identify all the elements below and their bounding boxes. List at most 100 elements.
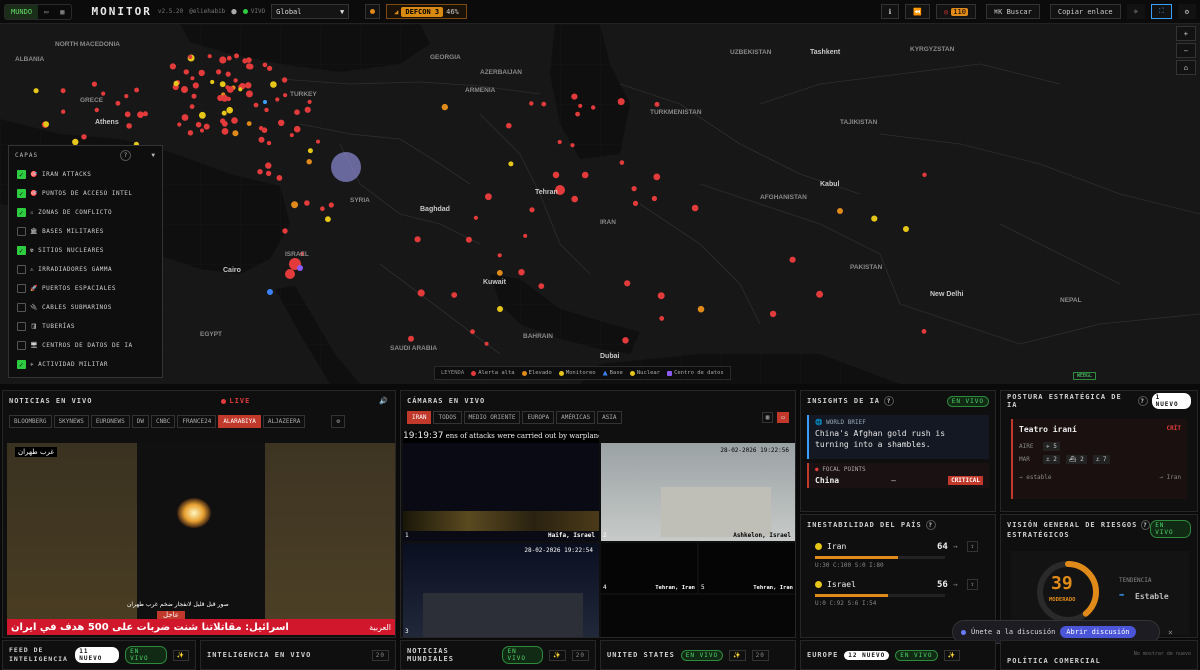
event-marker[interactable] (195, 121, 202, 128)
event-marker[interactable] (94, 107, 100, 113)
event-marker[interactable] (245, 90, 253, 98)
ai-summary-icon[interactable]: ✨ (943, 649, 960, 661)
event-marker[interactable] (233, 78, 238, 83)
camera-feed-3[interactable]: 28-02-2026 19:22:54 3 (403, 543, 599, 637)
event-marker[interactable] (570, 143, 575, 148)
event-marker[interactable] (571, 195, 578, 203)
layer-checkbox[interactable] (17, 341, 26, 350)
event-marker[interactable] (232, 130, 239, 137)
event-marker[interactable] (169, 63, 176, 70)
camera-feed-1[interactable]: 19:19:37 ens of attacks were carried out… (403, 431, 599, 541)
event-marker[interactable] (307, 99, 312, 104)
event-marker[interactable] (226, 106, 233, 114)
channel-tab[interactable]: ALJAZEERA (262, 415, 306, 428)
camera-region-tab[interactable]: ASIA (597, 411, 622, 424)
ai-summary-icon[interactable]: ✨ (549, 649, 566, 661)
collapse-icon[interactable]: ▼ (151, 152, 156, 159)
event-marker[interactable] (266, 140, 272, 146)
event-marker[interactable] (691, 204, 699, 212)
event-marker[interactable] (304, 200, 310, 206)
single-view-icon[interactable]: ▭ (777, 412, 789, 423)
event-marker[interactable] (134, 87, 140, 93)
event-marker[interactable] (293, 125, 301, 133)
event-marker[interactable] (221, 110, 227, 116)
mode-finance[interactable]: ▦ (54, 5, 70, 19)
event-marker[interactable] (199, 111, 206, 119)
event-marker[interactable] (187, 130, 194, 136)
event-marker[interactable] (276, 175, 283, 181)
event-marker[interactable] (142, 111, 148, 117)
camera-feed-5[interactable]: 5 Tehran, Iran (699, 543, 795, 593)
event-marker[interactable] (465, 236, 472, 243)
camera-region-tab[interactable]: AMÉRICAS (556, 411, 596, 424)
event-marker[interactable] (192, 82, 199, 89)
event-marker[interactable] (657, 292, 665, 300)
camera-region-tab[interactable]: EUROPA (522, 411, 555, 424)
event-marker[interactable] (177, 122, 182, 127)
event-marker[interactable] (282, 228, 288, 234)
event-marker[interactable] (617, 98, 625, 106)
event-marker[interactable] (234, 53, 239, 59)
event-marker[interactable] (414, 236, 421, 243)
event-marker[interactable] (191, 93, 197, 99)
event-marker[interactable] (624, 280, 631, 287)
event-marker[interactable] (283, 93, 288, 98)
event-marker[interactable] (651, 195, 658, 202)
event-marker[interactable] (632, 200, 639, 206)
event-marker[interactable] (316, 139, 320, 144)
layer-toggle[interactable]: ✓ 🎯 IRAN ATTACKS (9, 165, 162, 184)
channel-tab[interactable]: DW (131, 415, 149, 428)
channel-tab[interactable]: BLOOMBERG (9, 415, 52, 428)
event-marker[interactable] (265, 170, 272, 177)
layer-toggle[interactable]: 🏛 BASES MILITARES (9, 222, 162, 241)
event-marker[interactable] (210, 79, 215, 85)
layer-checkbox[interactable] (17, 227, 26, 236)
defcon-indicator[interactable]: ◢ DEFCON 3 46% (386, 4, 467, 19)
event-marker[interactable] (518, 269, 525, 276)
event-marker[interactable] (81, 134, 87, 140)
event-marker[interactable] (697, 305, 705, 313)
event-marker[interactable] (328, 202, 334, 208)
event-marker[interactable] (219, 56, 227, 64)
event-marker[interactable] (265, 162, 272, 169)
layer-toggle[interactable]: 🛢 TUBERÍAS (9, 317, 162, 336)
event-marker[interactable] (137, 111, 144, 118)
fullscreen-icon[interactable]: ⛶ (1150, 4, 1172, 19)
event-marker[interactable] (216, 69, 222, 75)
camera-feed-6[interactable] (601, 595, 795, 637)
info-button[interactable]: ℹ (880, 4, 900, 19)
event-marker[interactable] (262, 62, 268, 68)
help-icon[interactable]: ? (884, 396, 895, 406)
event-marker[interactable] (591, 105, 596, 110)
layer-checkbox[interactable]: ✓ (17, 189, 26, 198)
layer-toggle[interactable]: 🖥 CENTROS DE DATOS DE IA (9, 336, 162, 355)
event-marker[interactable] (571, 93, 578, 100)
event-marker[interactable] (189, 104, 195, 109)
event-marker[interactable] (470, 329, 475, 335)
event-marker[interactable] (575, 111, 580, 117)
key-site-marker[interactable] (267, 289, 273, 295)
event-marker[interactable] (304, 106, 311, 113)
event-marker[interactable] (183, 69, 189, 75)
event-marker[interactable] (203, 123, 210, 130)
gear-icon[interactable]: ⚙ (331, 415, 345, 428)
map-canvas[interactable]: NORTH MACEDONIA ALBANIA GRECE Athens TURKEY A… (0, 24, 1200, 384)
channel-tab[interactable]: CNBC (150, 415, 176, 428)
event-marker[interactable] (523, 233, 528, 238)
event-marker[interactable] (43, 121, 49, 128)
event-marker[interactable] (221, 94, 229, 102)
alerts-button[interactable]: ◎ 110 (936, 4, 976, 19)
event-marker[interactable] (221, 128, 229, 135)
view-mode-switch[interactable]: MUNDO ▭ ▦ (4, 3, 72, 20)
event-marker[interactable] (257, 169, 263, 175)
key-site-marker[interactable] (837, 208, 843, 214)
layer-toggle[interactable]: ⚠ IRRADIADORES GAMMA (9, 260, 162, 279)
camera-region-tab[interactable]: MEDIO ORIENTE (463, 411, 521, 424)
layer-toggle[interactable]: ✓ 🎯 PUNTOS DE ACCESO INTEL (9, 184, 162, 203)
event-marker[interactable] (816, 290, 824, 298)
event-marker[interactable] (659, 316, 665, 321)
alert-dot-button[interactable] (365, 4, 381, 19)
event-marker[interactable] (267, 65, 273, 71)
event-marker[interactable] (307, 148, 313, 154)
event-marker[interactable] (278, 119, 285, 127)
